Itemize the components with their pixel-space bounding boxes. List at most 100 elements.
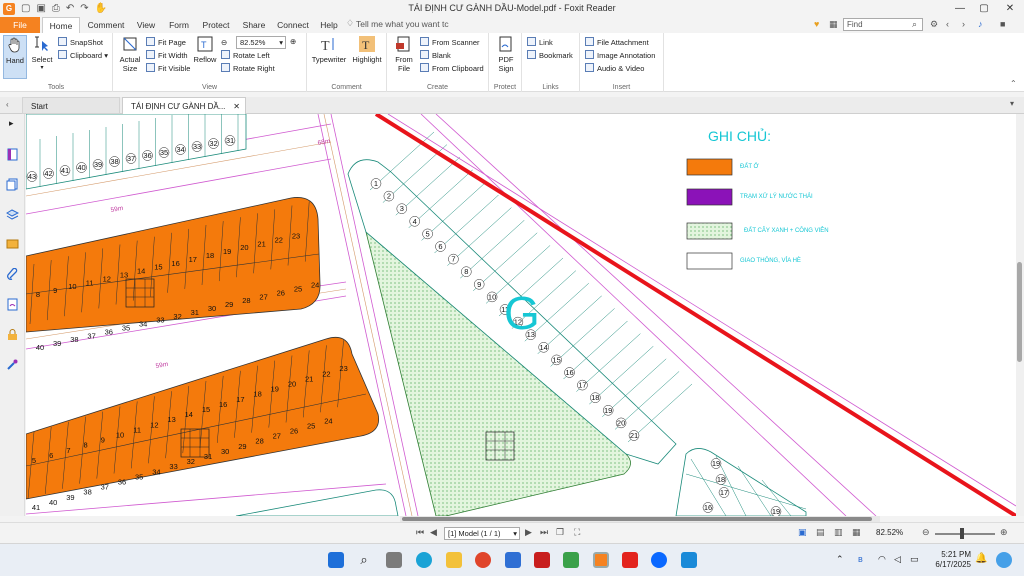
pdf-sign-button[interactable]: PDF Sign <box>493 35 519 73</box>
image-annotation-button[interactable]: Image Annotation <box>585 50 655 62</box>
tab-help[interactable]: Help <box>316 17 342 33</box>
from-scanner-button[interactable]: From Scanner <box>420 37 480 49</box>
tray-chevron-icon[interactable]: ⌃ <box>836 554 844 565</box>
continuous-view-icon[interactable]: ▤ <box>816 527 825 538</box>
tab-share[interactable]: Share <box>238 17 270 33</box>
zoom-out-icon[interactable]: ⊖ <box>922 527 930 538</box>
notification-icon[interactable]: 🔔 <box>975 553 987 564</box>
edge-icon[interactable] <box>416 552 432 568</box>
audio-video-button[interactable]: Audio & Video <box>585 63 644 75</box>
tell-me-input[interactable]: Tell me what you want tc <box>356 19 449 29</box>
facing-view-icon[interactable]: ▥ <box>834 527 843 538</box>
chrome-icon[interactable] <box>475 552 491 568</box>
doc-tab-current[interactable]: TÁI ĐỊNH CƯ GÀNH DẦ... ✕ <box>122 97 246 114</box>
from-clipboard-button[interactable]: From Clipboard <box>420 63 484 75</box>
lock-panel-icon[interactable] <box>6 328 19 341</box>
close-tab-icon[interactable]: ✕ <box>233 98 240 115</box>
zoom-slider[interactable] <box>935 533 995 535</box>
clipboard-button[interactable]: Clipboard ▾ <box>58 50 108 62</box>
task-view-icon[interactable] <box>386 552 402 568</box>
hand-button[interactable]: Hand <box>3 35 27 79</box>
expand-panel-icon[interactable]: ▸ <box>9 118 14 129</box>
tab-form[interactable]: Form <box>164 17 194 33</box>
copy-view-icon[interactable]: ❐ <box>556 527 564 538</box>
forward-arrow-icon[interactable]: › <box>962 19 965 29</box>
fit-visible-button[interactable]: Fit Visible <box>146 63 190 75</box>
zoom-select[interactable]: 82.52% ▾ <box>236 36 286 49</box>
page-selector[interactable]: [1] Model (1 / 1) ▾ <box>444 527 520 540</box>
zoom-in-icon[interactable]: ⊕ <box>290 36 296 48</box>
zoom-out-icon[interactable]: ⊖ <box>221 37 227 49</box>
print-icon[interactable]: ⎙ <box>52 3 60 14</box>
layers-panel-icon[interactable] <box>6 208 19 221</box>
prev-page-icon[interactable]: ◀ <box>430 527 437 538</box>
close-icon[interactable]: ✕ <box>998 0 1022 17</box>
copilot-icon[interactable] <box>996 552 1012 568</box>
doc-tab-start[interactable]: Start <box>22 97 120 114</box>
volume-icon[interactable]: ◁ <box>894 554 901 565</box>
blank-button[interactable]: Blank <box>420 50 451 62</box>
collapse-ribbon-icon[interactable]: ⌃ <box>1010 79 1017 88</box>
open-icon[interactable]: ▢ <box>21 3 30 14</box>
app-icon-green[interactable] <box>563 552 579 568</box>
bluetooth-icon[interactable]: ʙ <box>858 554 863 564</box>
tab-view[interactable]: View <box>130 17 162 33</box>
minimize-icon[interactable]: — <box>948 0 972 17</box>
store-icon[interactable] <box>505 552 521 568</box>
typewriter-button[interactable]: T Typewriter <box>311 35 347 64</box>
zoom-in-icon[interactable]: ⊕ <box>1000 527 1008 538</box>
back-arrow-icon[interactable]: ‹ <box>946 19 949 29</box>
maximize-icon[interactable]: ▢ <box>972 0 996 17</box>
select-button[interactable]: Select ▾ <box>30 35 54 73</box>
grid-icon[interactable]: ▦ <box>829 19 838 30</box>
file-attachment-button[interactable]: File Attachment <box>585 37 649 49</box>
search-icon[interactable]: ⌕ <box>356 552 372 568</box>
from-file-button[interactable]: From File <box>391 35 417 73</box>
start-icon[interactable] <box>328 552 344 568</box>
vertical-scroll-thumb[interactable] <box>1017 262 1022 362</box>
zalo-icon[interactable] <box>651 552 667 568</box>
actual-size-button[interactable]: Actual Size <box>117 35 143 73</box>
zoom-slider-knob[interactable] <box>960 528 964 539</box>
hand-tool-quick-icon[interactable]: ✋ <box>95 3 107 14</box>
single-page-view-icon[interactable]: ▣ <box>798 527 807 538</box>
fit-view-icon[interactable]: ⛶ <box>574 527 580 538</box>
tab-home[interactable]: Home <box>42 17 80 33</box>
link-button[interactable]: Link <box>527 37 553 49</box>
tab-connect[interactable]: Connect <box>272 17 314 33</box>
app-icon-blue[interactable] <box>681 552 697 568</box>
undo-icon[interactable]: ↶ <box>66 3 74 14</box>
last-page-icon[interactable]: ⏭ <box>540 527 548 538</box>
document-view[interactable]: 43 42 41 40 39 38 37 36 35 34 33 32 31 8 9 10 11 12 13 14 1… <box>26 114 1016 516</box>
reflow-button[interactable]: T Reflow <box>193 35 217 64</box>
attachments-panel-icon[interactable] <box>6 268 19 281</box>
notification-bell-icon[interactable]: ♪ <box>978 19 983 29</box>
file-explorer-icon[interactable] <box>446 552 462 568</box>
bookmark-panel-icon[interactable] <box>6 148 19 161</box>
tab-protect[interactable]: Protect <box>196 17 236 33</box>
highlight-button[interactable]: T Highlight <box>351 35 383 64</box>
foxit-taskbar-icon[interactable] <box>593 552 609 568</box>
pages-panel-icon[interactable] <box>6 178 19 191</box>
search-icon[interactable]: ⌕ <box>912 19 917 30</box>
find-input[interactable]: Find <box>843 18 923 31</box>
next-page-icon[interactable]: ▶ <box>525 527 532 538</box>
system-clock[interactable]: 5:21 PM 6/17/2025 <box>927 550 971 570</box>
first-page-icon[interactable]: ⏮ <box>416 527 424 538</box>
youtube-icon[interactable] <box>622 552 638 568</box>
wifi-icon[interactable]: ◠ <box>878 554 886 565</box>
tab-list-icon[interactable]: ▾ <box>1010 99 1014 108</box>
tab-scroll-icon[interactable]: ‹ <box>6 100 9 109</box>
rotate-left-button[interactable]: Rotate Left <box>221 50 270 62</box>
acrobat-icon[interactable] <box>534 552 550 568</box>
fit-page-button[interactable]: Fit Page <box>146 37 186 49</box>
tab-comment[interactable]: Comment <box>84 17 128 33</box>
rotate-right-button[interactable]: Rotate Right <box>221 63 275 75</box>
tools-panel-icon[interactable] <box>6 358 19 371</box>
continuous-facing-view-icon[interactable]: ▦ <box>852 527 861 538</box>
battery-icon[interactable]: ▭ <box>910 554 919 565</box>
signature-panel-icon[interactable] <box>6 298 19 311</box>
gear-icon[interactable]: ⚙ <box>930 19 938 30</box>
comments-panel-icon[interactable] <box>6 238 19 251</box>
horizontal-scroll-thumb[interactable] <box>402 517 872 521</box>
